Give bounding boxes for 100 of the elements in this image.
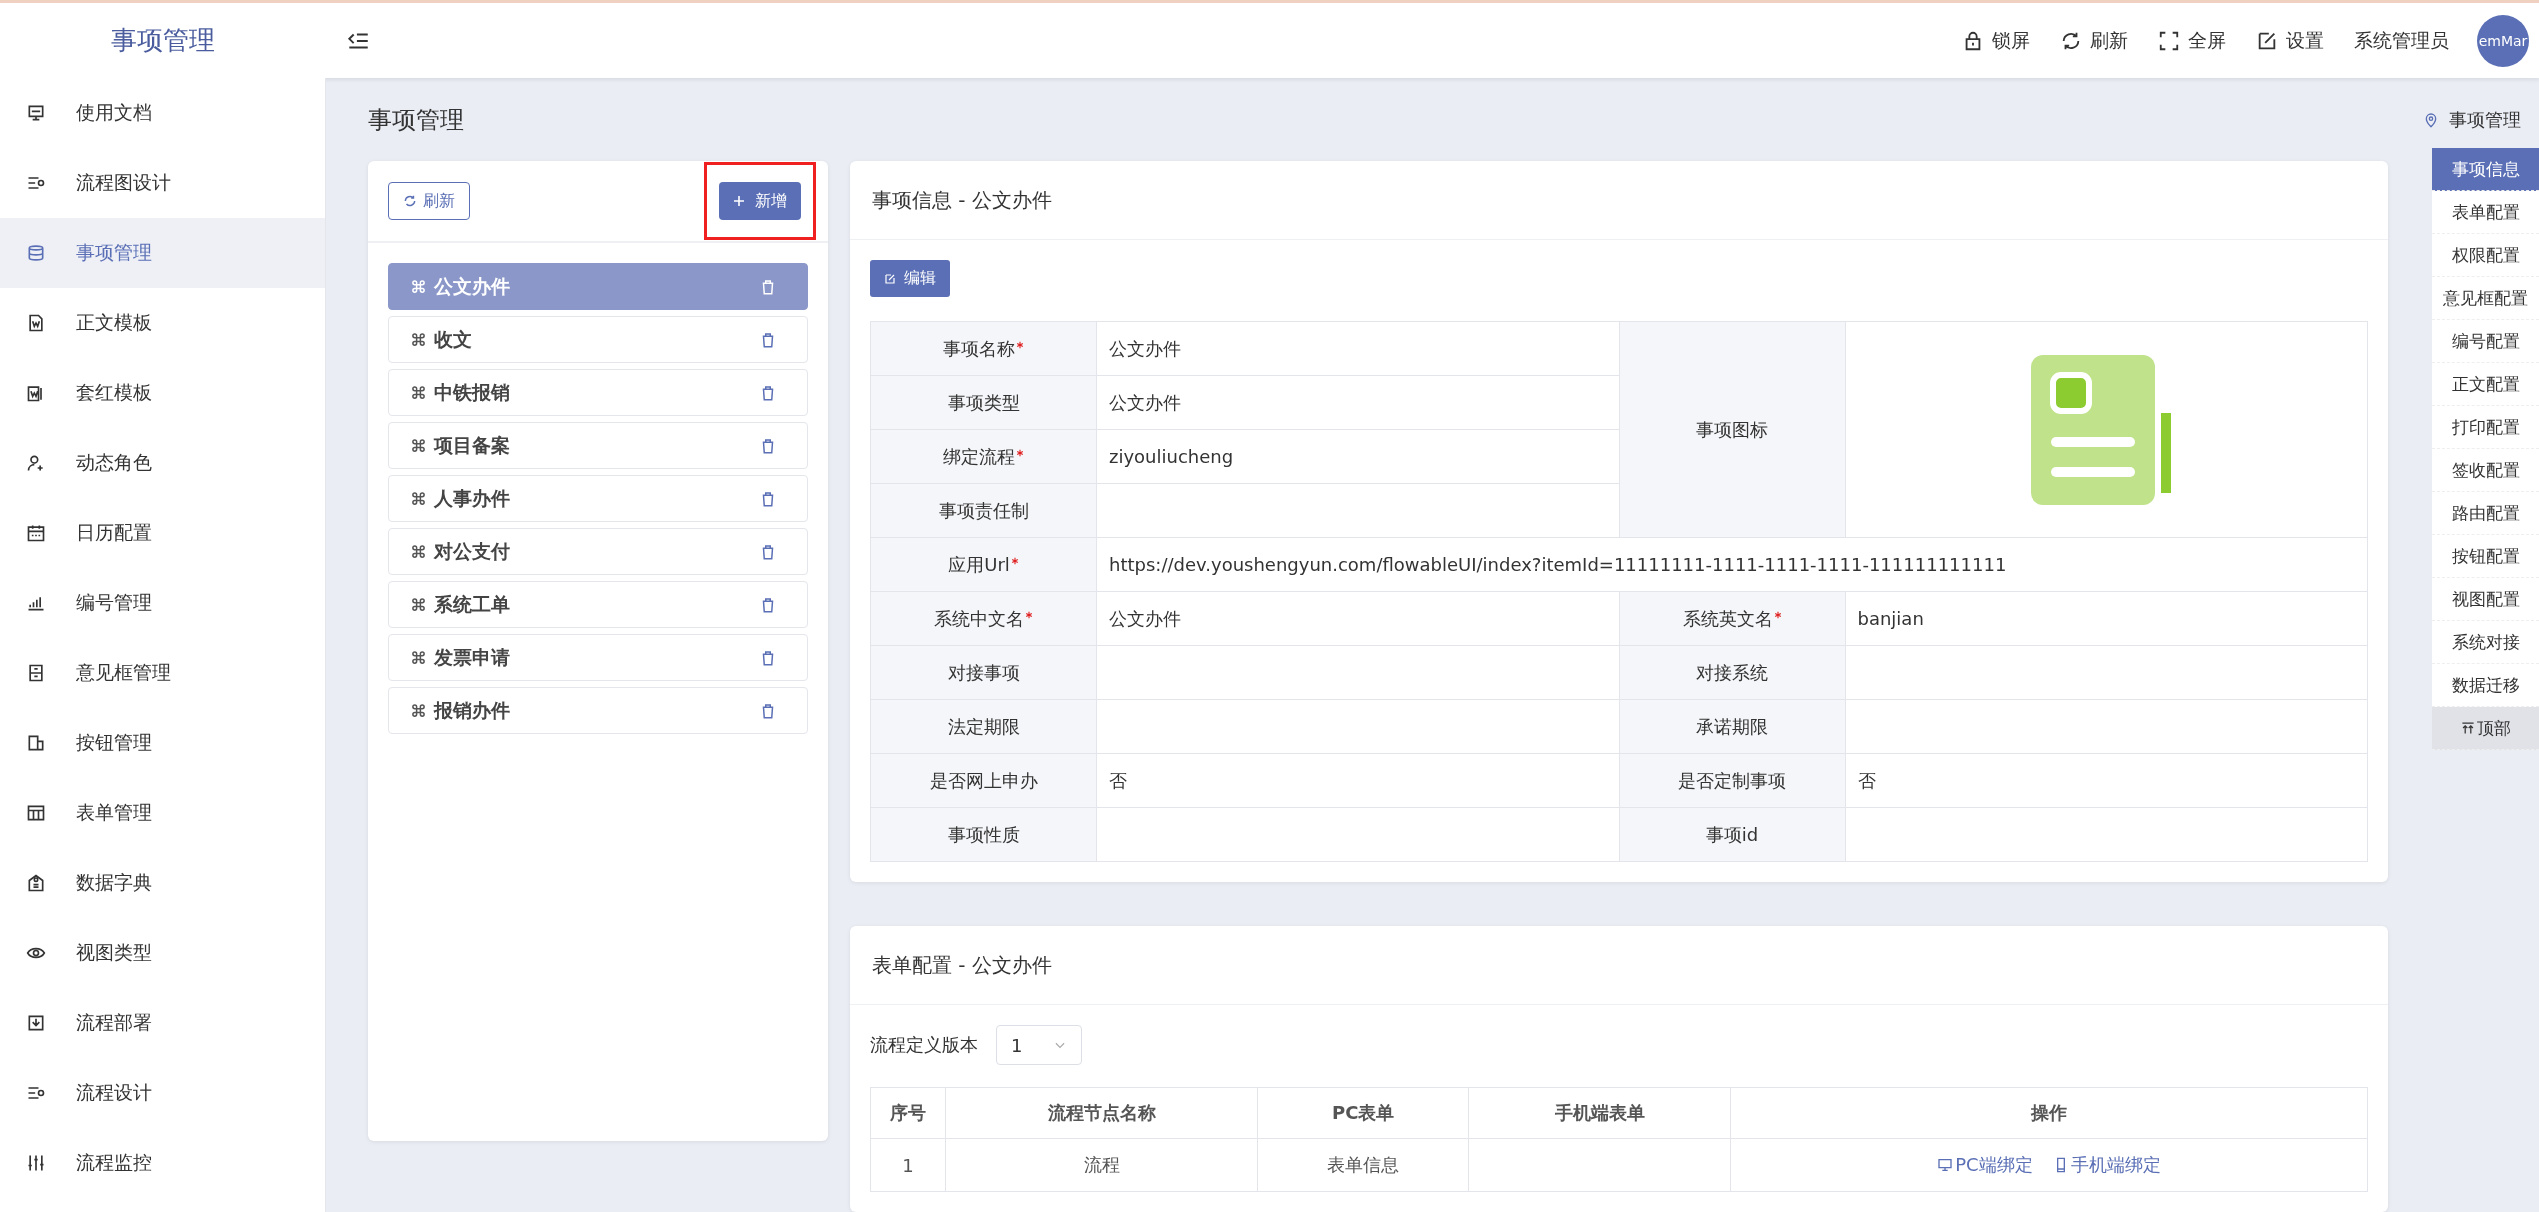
copy-icon (26, 733, 46, 753)
card-title: 表单配置 - 公文办件 (850, 926, 2388, 1005)
command-icon (411, 544, 426, 559)
field-label: 绑定流程 (871, 430, 1096, 483)
command-icon (411, 279, 426, 294)
field-value: 否 (1097, 754, 1619, 807)
command-icon (411, 703, 426, 718)
field-value: banjian (1845, 592, 2367, 645)
field-label: 事项性质 (871, 808, 1096, 861)
user-name[interactable]: 系统管理员 (2354, 27, 2449, 54)
sidebar-item[interactable]: 日历配置 (0, 498, 325, 568)
sidebar-item[interactable]: 数据字典 (0, 848, 325, 918)
toolbar-button[interactable]: 刷新 (2060, 27, 2128, 54)
bind-link[interactable]: PC端绑定 (1937, 1153, 2033, 1177)
location-pin-icon (2423, 111, 2439, 128)
sidebar-item[interactable]: 事项管理 (0, 218, 325, 288)
field-label: 是否定制事项 (1619, 754, 1845, 807)
section-nav-item[interactable]: 系统对接 (2432, 621, 2539, 664)
required-asterisk-icon (1016, 448, 1024, 457)
sidebar-item[interactable]: 使用文档 (0, 78, 325, 148)
required-asterisk-icon (1010, 556, 1019, 565)
add-button[interactable]: 新增 (719, 182, 801, 220)
edit-button[interactable]: 编辑 (870, 260, 950, 297)
list-item[interactable]: 对公支付 (388, 528, 808, 575)
sidebar-item[interactable]: 流程部署 (0, 988, 325, 1058)
required-asterisk-icon (1773, 610, 1782, 619)
list-item[interactable]: 中铁报销 (388, 369, 808, 416)
bind-link[interactable]: 手机端绑定 (2052, 1153, 2161, 1177)
section-nav-item[interactable]: 表单配置 (2432, 191, 2539, 234)
field-value: 公文办件 (1097, 322, 1619, 375)
list-item[interactable]: 发票申请 (388, 634, 808, 681)
field-label: 系统英文名 (1619, 592, 1845, 645)
section-nav-item[interactable]: 正文配置 (2432, 363, 2539, 406)
column-header: PC表单 (1257, 1087, 1469, 1139)
fullscreen-icon (2158, 29, 2180, 52)
back-to-top-button[interactable]: 顶部 (2432, 707, 2539, 750)
field-value: 否 (1845, 754, 2367, 807)
field-label: 法定期限 (871, 700, 1096, 753)
column-header: 序号 (870, 1087, 946, 1139)
list-item[interactable]: 收文 (388, 316, 808, 363)
refresh-button[interactable]: 刷新 (388, 182, 470, 220)
command-icon (411, 332, 426, 347)
table-cell: 1 (870, 1138, 946, 1192)
field-label: 事项责任制 (871, 484, 1096, 537)
list-item[interactable]: 人事办件 (388, 475, 808, 522)
list-item[interactable]: 系统工单 (388, 581, 808, 628)
sliders-icon (26, 1153, 46, 1173)
sidebar-item[interactable]: 意见框管理 (0, 638, 325, 708)
section-nav-item[interactable]: 编号配置 (2432, 320, 2539, 363)
sidebar-item[interactable]: 正文模板 (0, 288, 325, 358)
section-nav-item[interactable]: 路由配置 (2432, 492, 2539, 535)
toolbar-button[interactable]: 锁屏 (1962, 27, 2030, 54)
toolbar-button[interactable]: 设置 (2256, 27, 2324, 54)
field-value: 公文办件 (1097, 592, 1619, 645)
sidebar-item[interactable]: 流程图设计 (0, 148, 325, 218)
command-icon (411, 597, 426, 612)
column-header: 手机端表单 (1468, 1087, 1731, 1139)
toolbar-button[interactable]: 全屏 (2158, 27, 2226, 54)
app-title: 事项管理 (109, 24, 216, 57)
sidebar-item[interactable]: 动态角色 (0, 428, 325, 498)
field-value: ziyouliucheng (1097, 430, 1619, 483)
section-nav-item[interactable]: 视图配置 (2432, 578, 2539, 621)
field-label: 是否网上申办 (871, 754, 1096, 807)
section-nav-item[interactable]: 意见框配置 (2432, 277, 2539, 320)
sidebar-item[interactable]: 编号管理 (0, 568, 325, 638)
field-label: 事项图标 (1619, 322, 1845, 537)
sidebar-item[interactable]: 按钮管理 (0, 708, 325, 778)
section-nav-item[interactable]: 按钮配置 (2432, 535, 2539, 578)
column-header: 流程节点名称 (945, 1087, 1258, 1139)
sidebar-item[interactable]: 表单管理 (0, 778, 325, 848)
sidebar-item[interactable]: 视图类型 (0, 918, 325, 988)
required-asterisk-icon (1025, 610, 1033, 619)
section-nav-item[interactable]: 权限配置 (2432, 234, 2539, 277)
list-item[interactable]: 项目备案 (388, 422, 808, 469)
version-label: 流程定义版本 (870, 1033, 978, 1057)
double-up-arrow-icon (2460, 721, 2475, 735)
section-nav-item[interactable]: 签收配置 (2432, 449, 2539, 492)
field-label: 承诺期限 (1619, 700, 1845, 753)
home-icon (26, 873, 46, 893)
sidebar-item[interactable]: 套红模板 (0, 358, 325, 428)
command-icon (411, 650, 426, 665)
section-nav-item[interactable]: 打印配置 (2432, 406, 2539, 449)
table-cell: 流程 (945, 1138, 1258, 1192)
plus-icon (733, 195, 745, 207)
list-item[interactable]: 报销办件 (388, 687, 808, 734)
sidebar-item[interactable]: 流程设计 (0, 1058, 325, 1128)
version-select[interactable]: 1 (996, 1025, 1082, 1065)
edit-icon (884, 272, 896, 285)
table-icon (26, 803, 46, 823)
sidebar-item[interactable]: 流程监控 (0, 1128, 325, 1198)
command-icon (411, 491, 426, 506)
user-avatar[interactable]: emMar (2477, 14, 2529, 67)
breadcrumb[interactable]: 事项管理 (2423, 107, 2521, 132)
command-icon (411, 385, 426, 400)
field-label: 系统中文名 (871, 592, 1096, 645)
monitor-icon (26, 103, 46, 123)
field-value: 公文办件 (1097, 376, 1619, 429)
section-nav-item[interactable]: 事项信息 (2432, 148, 2539, 191)
download-icon (26, 1013, 46, 1033)
document-icon (26, 313, 46, 333)
